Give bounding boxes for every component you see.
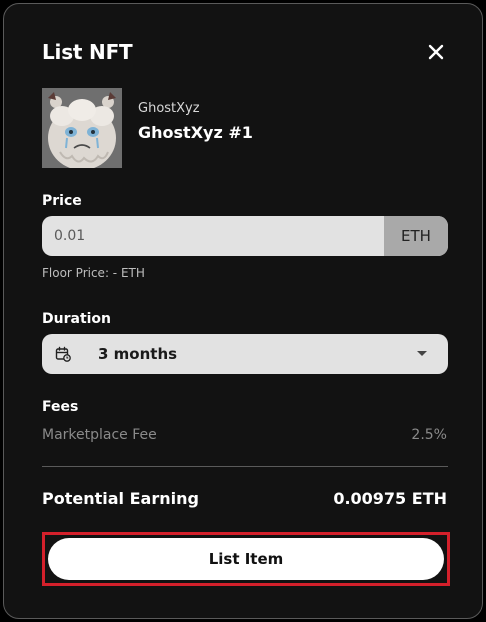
price-input[interactable] [42, 216, 384, 256]
nft-thumbnail [42, 88, 122, 168]
price-label: Price [42, 193, 82, 209]
marketplace-fee-value: 2.5% [411, 427, 447, 443]
potential-earning-value: 0.00975 ETH [333, 489, 447, 508]
fees-label: Fees [42, 399, 79, 415]
duration-select[interactable]: 3 months [42, 334, 448, 374]
list-item-button[interactable]: List Item [48, 538, 444, 580]
nft-collection-name: GhostXyz [138, 101, 200, 116]
potential-earning-label: Potential Earning [42, 489, 199, 508]
marketplace-fee-label: Marketplace Fee [42, 427, 157, 443]
floor-price-text: Floor Price: - ETH [42, 266, 145, 280]
duration-label: Duration [42, 311, 112, 327]
calendar-icon [55, 346, 71, 362]
price-field: ETH [42, 216, 448, 256]
ghost-image [42, 88, 122, 168]
nft-item-name: GhostXyz #1 [138, 123, 253, 142]
modal-title: List NFT [42, 40, 133, 64]
list-nft-modal: List NFT GhostXyz GhostXyz #1 Price 0.01… [3, 3, 483, 619]
list-item-highlight: List Item [42, 532, 450, 586]
close-icon[interactable] [424, 40, 448, 64]
price-unit: ETH [384, 216, 448, 256]
divider [42, 466, 448, 467]
chevron-down-icon [417, 351, 427, 356]
duration-value: 3 months [98, 345, 178, 363]
